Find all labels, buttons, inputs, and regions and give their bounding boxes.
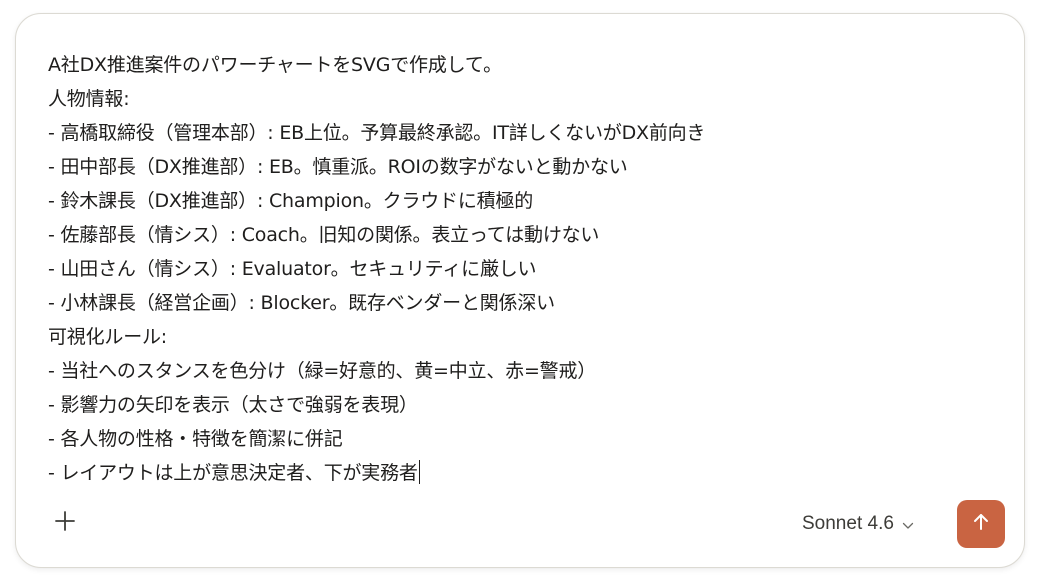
prompt-line: - 田中部長（DX推進部）: EB。慎重派。ROIの数字がないと動かない <box>48 156 628 178</box>
prompt-line: - 佐藤部長（情シス）: Coach。旧知の関係。表立っては動けない <box>48 224 600 246</box>
prompt-line: A社DX推進案件のパワーチャートをSVGで作成して。 <box>48 54 502 76</box>
plus-icon <box>54 510 76 536</box>
prompt-input[interactable]: A社DX推進案件のパワーチャートをSVGで作成して。 人物情報: - 高橋取締役… <box>48 48 998 490</box>
prompt-line: - 山田さん（情シス）: Evaluator。セキュリティに厳しい <box>48 258 537 280</box>
prompt-line: - 小林課長（経営企画）: Blocker。既存ベンダーと関係深い <box>48 292 555 314</box>
message-composer: A社DX推進案件のパワーチャートをSVGで作成して。 人物情報: - 高橋取締役… <box>15 13 1025 568</box>
prompt-line: 可視化ルール: <box>48 326 168 348</box>
prompt-line: - 各人物の性格・特徴を簡潔に併記 <box>48 428 343 450</box>
prompt-line: - 鈴木課長（DX推進部）: Champion。クラウドに積極的 <box>48 190 534 212</box>
model-label: Sonnet 4.6 <box>802 513 894 534</box>
prompt-line-last: - レイアウトは上が意思決定者、下が実務者 <box>48 456 998 490</box>
prompt-line-text: - レイアウトは上が意思決定者、下が実務者 <box>48 462 418 484</box>
add-attachment-button[interactable] <box>48 506 82 540</box>
arrow-up-icon <box>971 512 991 536</box>
text-caret <box>418 460 421 484</box>
prompt-line: 人物情報: <box>48 88 130 110</box>
model-selector[interactable]: Sonnet 4.6 <box>802 509 914 539</box>
prompt-line: - 当社へのスタンスを色分け（緑=好意的、黄=中立、赤=警戒） <box>48 360 597 382</box>
chevron-down-icon <box>902 515 914 534</box>
prompt-line: - 影響力の矢印を表示（太さで強弱を表現） <box>48 394 418 416</box>
send-button[interactable] <box>957 500 1005 548</box>
prompt-line: - 高橋取締役（管理本部）: EB上位。予算最終承認。IT詳しくないがDX前向き <box>48 122 706 144</box>
